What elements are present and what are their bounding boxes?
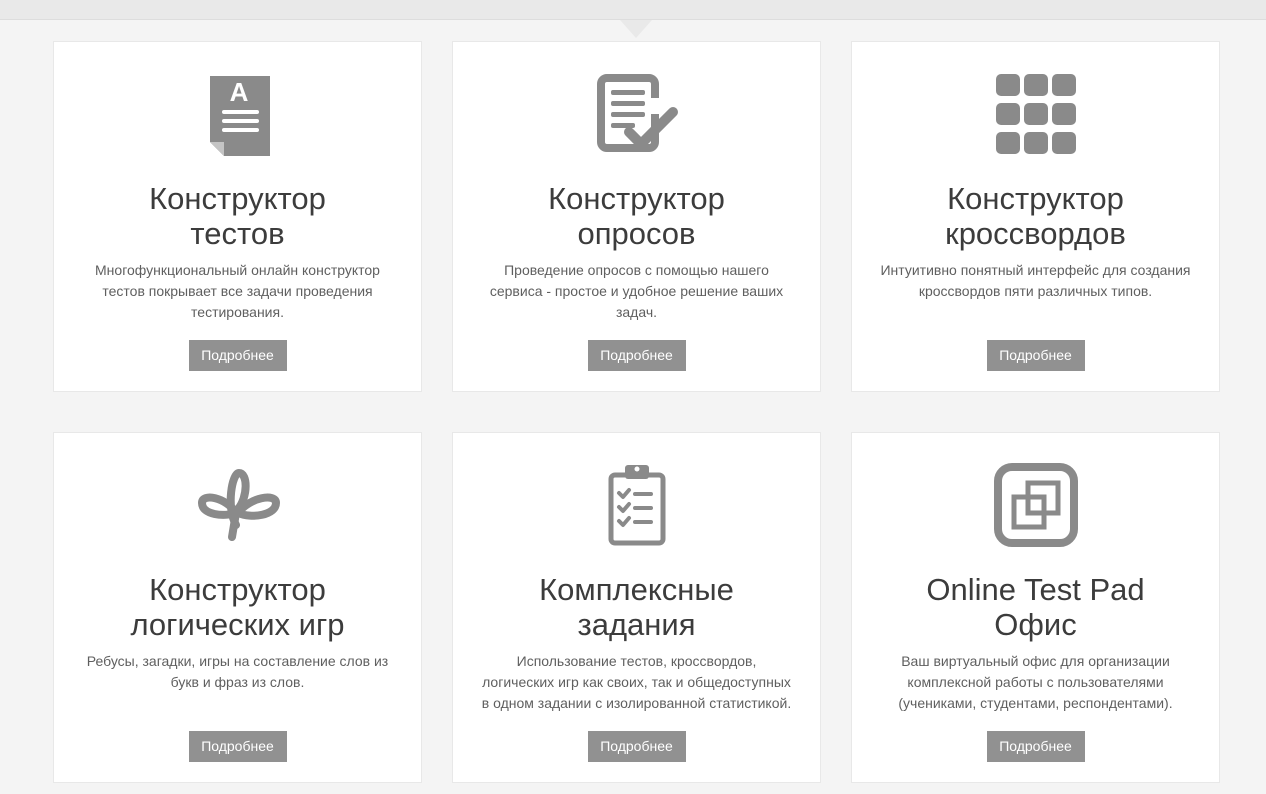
clipboard-checklist-icon xyxy=(595,463,679,547)
more-button[interactable]: Подробнее xyxy=(986,731,1085,762)
card-title: Конструктор кроссвордов xyxy=(862,181,1209,251)
card-description: Ваш виртуальный офис для организации ком… xyxy=(898,653,1173,711)
card-title: Online Test Pad Офис xyxy=(862,572,1209,642)
card-description: Ребусы, загадки, игры на составление сло… xyxy=(86,653,389,690)
card-title-line1: Online Test Pad xyxy=(926,572,1145,607)
card-survey-constructor: Конструктор опросов Проведение опросов с… xyxy=(452,41,821,392)
card-title-line1: Конструктор xyxy=(548,181,725,216)
card-crossword-constructor: Конструктор кроссвордов Интуитивно понят… xyxy=(851,41,1220,392)
card-test-constructor: A Конструктор тестов Многофункциональный… xyxy=(53,41,422,392)
card-title: Конструктор логических игр xyxy=(64,572,411,642)
card-description: Использование тестов, кроссвордов, логич… xyxy=(481,653,792,711)
header-pointer-notch xyxy=(620,20,652,38)
survey-checkmark-icon xyxy=(595,72,679,156)
more-button[interactable]: Подробнее xyxy=(188,340,287,371)
card-logic-games-constructor: Конструктор логических игр Ребусы, загад… xyxy=(53,432,422,783)
crossword-grid-icon xyxy=(994,72,1078,156)
card-title-line1: Комплексные xyxy=(539,572,734,607)
card-description: Проведение опросов с помощью нашего серв… xyxy=(489,262,784,320)
card-description: Многофункциональный онлайн конструктор т… xyxy=(95,262,380,320)
more-button[interactable]: Подробнее xyxy=(188,731,287,762)
card-title-line2: задания xyxy=(577,607,696,642)
card-complex-tasks: Комплексные задания Использование тестов… xyxy=(452,432,821,783)
top-header-band xyxy=(0,0,1266,20)
office-windows-icon xyxy=(993,463,1078,547)
card-title-line2: опросов xyxy=(577,216,696,251)
card-title: Комплексные задания xyxy=(463,572,810,642)
card-title: Конструктор опросов xyxy=(463,181,810,251)
card-title-line2: кроссвордов xyxy=(945,216,1126,251)
card-title-line2: логических игр xyxy=(130,607,345,642)
logic-games-loops-icon xyxy=(196,463,280,547)
svg-text:A: A xyxy=(229,77,248,107)
more-button[interactable]: Подробнее xyxy=(587,731,686,762)
card-title-line1: Конструктор xyxy=(149,181,326,216)
test-document-icon: A xyxy=(196,72,280,156)
card-online-test-pad-office: Online Test Pad Офис Ваш виртуальный офи… xyxy=(851,432,1220,783)
card-title-line2: тестов xyxy=(190,216,285,251)
card-description: Интуитивно понятный интерфейс для создан… xyxy=(880,262,1191,299)
more-button[interactable]: Подробнее xyxy=(986,340,1085,371)
card-title: Конструктор тестов xyxy=(64,181,411,251)
card-title-line2: Офис xyxy=(994,607,1077,642)
more-button[interactable]: Подробнее xyxy=(587,340,686,371)
card-title-line1: Конструктор xyxy=(947,181,1124,216)
card-title-line1: Конструктор xyxy=(149,572,326,607)
